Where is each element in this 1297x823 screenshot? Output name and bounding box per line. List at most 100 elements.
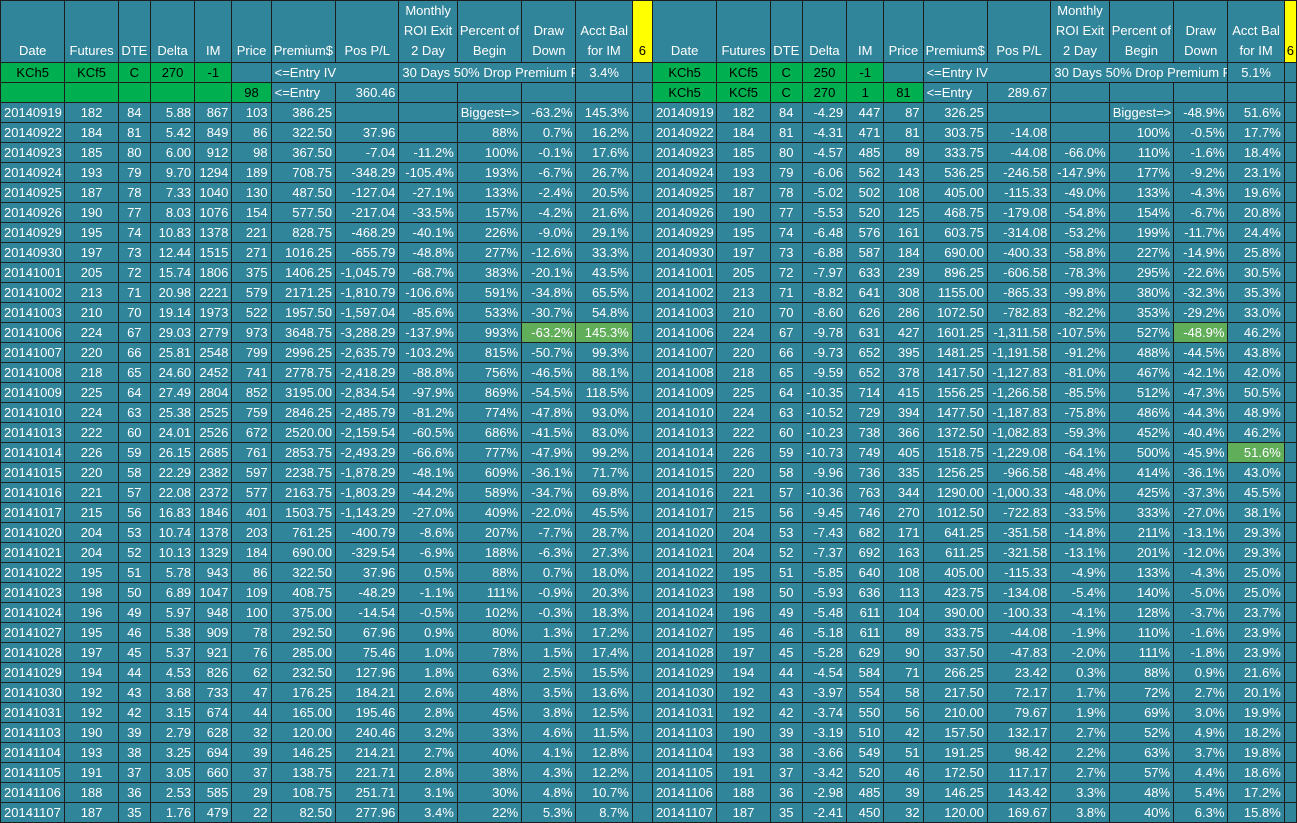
cell-dte-right[interactable]: 37 xyxy=(769,762,803,783)
cell-im-right[interactable]: 714 xyxy=(846,382,885,403)
cell-im-right[interactable]: 636 xyxy=(846,582,885,603)
cell-futures-right[interactable]: 190 xyxy=(716,202,771,223)
cell-im-left[interactable]: 1846 xyxy=(194,502,233,523)
cell-premium-right[interactable]: 896.25 xyxy=(922,262,988,283)
cell-premium-left[interactable]: 487.50 xyxy=(270,182,337,203)
spacer-cell-left[interactable] xyxy=(631,682,653,703)
cell-futures-left[interactable]: 220 xyxy=(64,342,119,363)
cell-percent-of-begin-right[interactable]: 500% xyxy=(1108,442,1175,463)
cell-date-left[interactable]: 20140930 xyxy=(0,242,66,263)
cell-delta-left[interactable]: 8.03 xyxy=(149,202,196,223)
cell-delta-left[interactable]: 10.13 xyxy=(149,542,196,563)
cell-premium-right[interactable]: 1518.75 xyxy=(922,442,988,463)
cell-monthly-roi-right[interactable]: -107.5% xyxy=(1050,322,1110,343)
setup-leg2-delta-right[interactable]: 270 xyxy=(801,82,848,103)
cell-acct-bal-left[interactable]: 83.0% xyxy=(575,422,633,443)
cell-price-left[interactable]: 154 xyxy=(231,202,272,223)
cell-futures-right[interactable]: 196 xyxy=(716,602,771,623)
cell-percent-of-begin-left[interactable]: 591% xyxy=(456,282,523,303)
cell-dte-left[interactable]: 77 xyxy=(117,202,151,223)
cell-dte-left[interactable]: 80 xyxy=(117,142,151,163)
cell-percent-of-begin-left[interactable]: 157% xyxy=(456,202,523,223)
cell-price-left[interactable]: 62 xyxy=(231,662,272,683)
cell-futures-right[interactable]: 205 xyxy=(716,262,771,283)
cell-acct-bal-right[interactable]: 25.8% xyxy=(1227,242,1285,263)
cell-delta-right[interactable]: -3.97 xyxy=(801,682,848,703)
cell-price-left[interactable]: 852 xyxy=(231,382,272,403)
cell-percent-of-begin-left[interactable]: 756% xyxy=(456,362,523,383)
cell-acct-bal-right[interactable]: 17.7% xyxy=(1227,122,1285,143)
cell-monthly-roi-left[interactable]: 0.5% xyxy=(398,562,458,583)
cell-dte-left[interactable]: 66 xyxy=(117,342,151,363)
cell-percent-of-begin-right[interactable]: 133% xyxy=(1108,562,1175,583)
spacer-cell-right[interactable] xyxy=(1283,122,1297,143)
spacer-cell-left[interactable] xyxy=(631,802,653,823)
cell-dte-left[interactable]: 67 xyxy=(117,322,151,343)
cell-price-right[interactable]: 366 xyxy=(883,422,924,443)
cell-dte-right[interactable]: 53 xyxy=(769,522,803,543)
cell-price-right[interactable]: 395 xyxy=(883,342,924,363)
cell-date-left[interactable]: 20141001 xyxy=(0,262,66,283)
cell-im-left[interactable]: 1378 xyxy=(194,522,233,543)
cell-futures-right[interactable]: 220 xyxy=(716,342,771,363)
setup-leg1-im-left[interactable]: -1 xyxy=(194,62,233,83)
spacer-cell-right[interactable] xyxy=(1283,582,1297,603)
cell-dte-left[interactable]: 71 xyxy=(117,282,151,303)
cell-price-left[interactable]: 271 xyxy=(231,242,272,263)
cell-acct-bal-left[interactable]: 43.5% xyxy=(575,262,633,283)
cell-percent-of-begin-right[interactable]: 414% xyxy=(1108,462,1175,483)
cell-draw-down-right[interactable]: -27.0% xyxy=(1173,502,1229,523)
cell-futures-left[interactable]: 194 xyxy=(64,662,119,683)
setup-leg2-date-left[interactable] xyxy=(0,82,66,103)
spacer-cell-right[interactable] xyxy=(1283,242,1297,263)
cell-futures-left[interactable]: 195 xyxy=(64,622,119,643)
cell-acct-bal-right[interactable]: 18.2% xyxy=(1227,722,1285,743)
cell-im-left[interactable]: 694 xyxy=(194,742,233,763)
cell-percent-of-begin-right[interactable]: 527% xyxy=(1108,322,1175,343)
cell-date-right[interactable]: 20141006 xyxy=(651,322,718,343)
biggest-label-left[interactable]: Biggest=> xyxy=(456,102,523,123)
cell-premium-right[interactable]: 423.75 xyxy=(922,582,988,603)
cell-acct-bal-right[interactable]: 18.4% xyxy=(1227,142,1285,163)
cell-price-right[interactable]: 87 xyxy=(883,102,924,123)
cell-price-left[interactable]: 37 xyxy=(231,762,272,783)
cell-price-right[interactable]: 108 xyxy=(883,562,924,583)
cell-premium-right[interactable]: 641.25 xyxy=(922,522,988,543)
spacer-cell-right[interactable] xyxy=(1283,202,1297,223)
cell-monthly-roi-left[interactable]: -8.6% xyxy=(398,522,458,543)
cell-pos-pl-right[interactable]: -179.08 xyxy=(986,202,1052,223)
spacer-cell-left[interactable] xyxy=(631,482,653,503)
cell-date-right[interactable]: 20141031 xyxy=(651,702,718,723)
cell-acct-bal-right[interactable]: 45.5% xyxy=(1227,482,1285,503)
cell-delta-left[interactable]: 5.97 xyxy=(149,602,196,623)
cell-pos-pl-left[interactable]: 277.96 xyxy=(335,802,400,823)
cell-draw-down-right[interactable]: -44.3% xyxy=(1173,402,1229,423)
cell-acct-bal-right[interactable]: 29.3% xyxy=(1227,542,1285,563)
cell-dte-left[interactable]: 79 xyxy=(117,162,151,183)
spacer-cell-left[interactable] xyxy=(631,782,653,803)
cell-draw-down-left[interactable]: -2.4% xyxy=(521,182,577,203)
cell-im-right[interactable]: 520 xyxy=(846,762,885,783)
cell-draw-down-right[interactable]: -47.3% xyxy=(1173,382,1229,403)
cell-delta-right[interactable]: -9.45 xyxy=(801,502,848,523)
cell-premium-right[interactable]: 1477.50 xyxy=(922,402,988,423)
cell-pos-pl-right[interactable]: -1,229.08 xyxy=(986,442,1052,463)
cell-premium-right[interactable]: 468.75 xyxy=(922,202,988,223)
cell-delta-right[interactable]: -4.29 xyxy=(801,102,848,123)
cell-draw-down-right[interactable]: -42.1% xyxy=(1173,362,1229,383)
cell-delta-left[interactable]: 24.01 xyxy=(149,422,196,443)
cell-price-right[interactable]: 415 xyxy=(883,382,924,403)
cell-draw-down-left[interactable]: 4.3% xyxy=(521,762,577,783)
cell-pos-pl-right[interactable]: -865.33 xyxy=(986,282,1052,303)
cell-percent-of-begin-left[interactable]: 383% xyxy=(456,262,523,283)
cell-date-left[interactable]: 20141030 xyxy=(0,682,66,703)
cell-im-left[interactable]: 1329 xyxy=(194,542,233,563)
cell-acct-bal-left[interactable]: 17.2% xyxy=(575,622,633,643)
cell-pos-pl-left[interactable]: -1,045.79 xyxy=(335,262,400,283)
cell-im-left[interactable]: 1515 xyxy=(194,242,233,263)
cell-monthly-roi-right[interactable]: 2.2% xyxy=(1050,742,1110,763)
spacer-cell-left[interactable] xyxy=(631,382,653,403)
cell-im-left[interactable]: 2548 xyxy=(194,342,233,363)
cell-dte-right[interactable]: 45 xyxy=(769,642,803,663)
cell-price-right[interactable]: 42 xyxy=(883,722,924,743)
